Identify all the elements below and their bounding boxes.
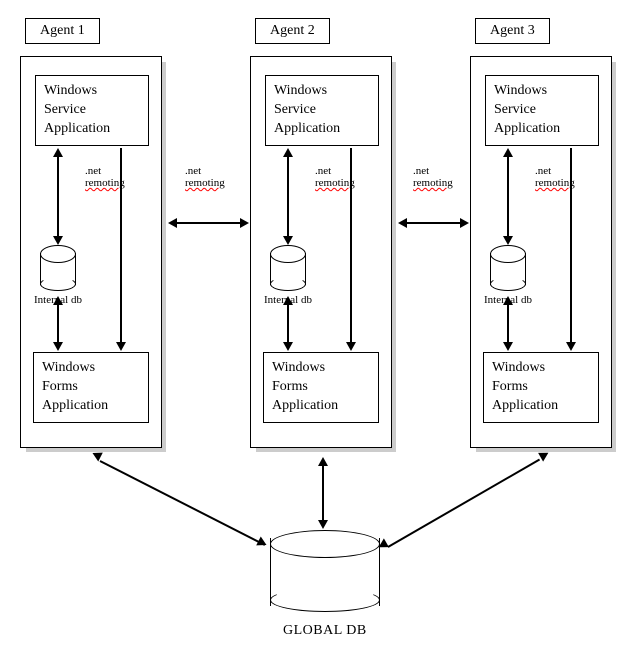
connector-line	[388, 459, 541, 548]
service-app-box-1: Windows Service Application	[35, 75, 149, 146]
forms-app-text-3: Windows Forms Application	[492, 360, 558, 413]
arrowhead-icon	[240, 218, 249, 228]
internal-db-icon-1	[40, 245, 76, 291]
arrowhead-icon	[283, 236, 293, 245]
global-db-icon	[270, 530, 380, 612]
arrowhead-icon	[256, 537, 269, 550]
connector-line	[406, 222, 462, 224]
arrowhead-icon	[116, 342, 126, 351]
connector-line	[507, 304, 509, 344]
forms-app-text-1: Windows Forms Application	[42, 360, 108, 413]
internal-db-icon-3	[490, 245, 526, 291]
service-app-text-2: Windows Service Application	[274, 83, 340, 136]
global-db-label: GLOBAL DB	[283, 623, 367, 639]
connector-line	[287, 304, 289, 344]
internal-db-icon-2	[270, 245, 306, 291]
remoting-label-internal-3: .netremoting	[535, 165, 575, 189]
connector-line	[57, 156, 59, 238]
agent-label-1: Agent 1	[25, 18, 100, 44]
service-app-text-1: Windows Service Application	[44, 83, 110, 136]
forms-app-box-2: Windows Forms Application	[263, 352, 379, 423]
agent-label-2: Agent 2	[255, 18, 330, 44]
arrowhead-icon	[318, 520, 328, 529]
connector-line	[507, 156, 509, 238]
connector-line	[350, 148, 352, 344]
arrowhead-icon	[503, 236, 513, 245]
forms-app-text-2: Windows Forms Application	[272, 360, 338, 413]
arrowhead-icon	[346, 342, 356, 351]
arrowhead-icon	[566, 342, 576, 351]
service-app-box-2: Windows Service Application	[265, 75, 379, 146]
agent-label-3: Agent 3	[475, 18, 550, 44]
arrowhead-icon	[283, 342, 293, 351]
connector-line	[322, 465, 324, 522]
arrowhead-icon	[460, 218, 469, 228]
remoting-label-between-2: .netremoting	[413, 165, 453, 189]
remoting-label-internal-2: .netremoting	[315, 165, 355, 189]
forms-app-box-3: Windows Forms Application	[483, 352, 599, 423]
service-app-box-3: Windows Service Application	[485, 75, 599, 146]
connector-line	[57, 304, 59, 344]
connector-line	[287, 156, 289, 238]
connector-line	[570, 148, 572, 344]
connector-line	[176, 222, 242, 224]
arrowhead-icon	[503, 342, 513, 351]
arrowhead-icon	[53, 236, 63, 245]
forms-app-box-1: Windows Forms Application	[33, 352, 149, 423]
remoting-label-between-1: .netremoting	[185, 165, 225, 189]
remoting-label-internal-1: .netremoting	[85, 165, 125, 189]
arrowhead-icon	[53, 342, 63, 351]
connector-line	[100, 460, 266, 546]
service-app-text-3: Windows Service Application	[494, 83, 560, 136]
connector-line	[120, 148, 122, 344]
